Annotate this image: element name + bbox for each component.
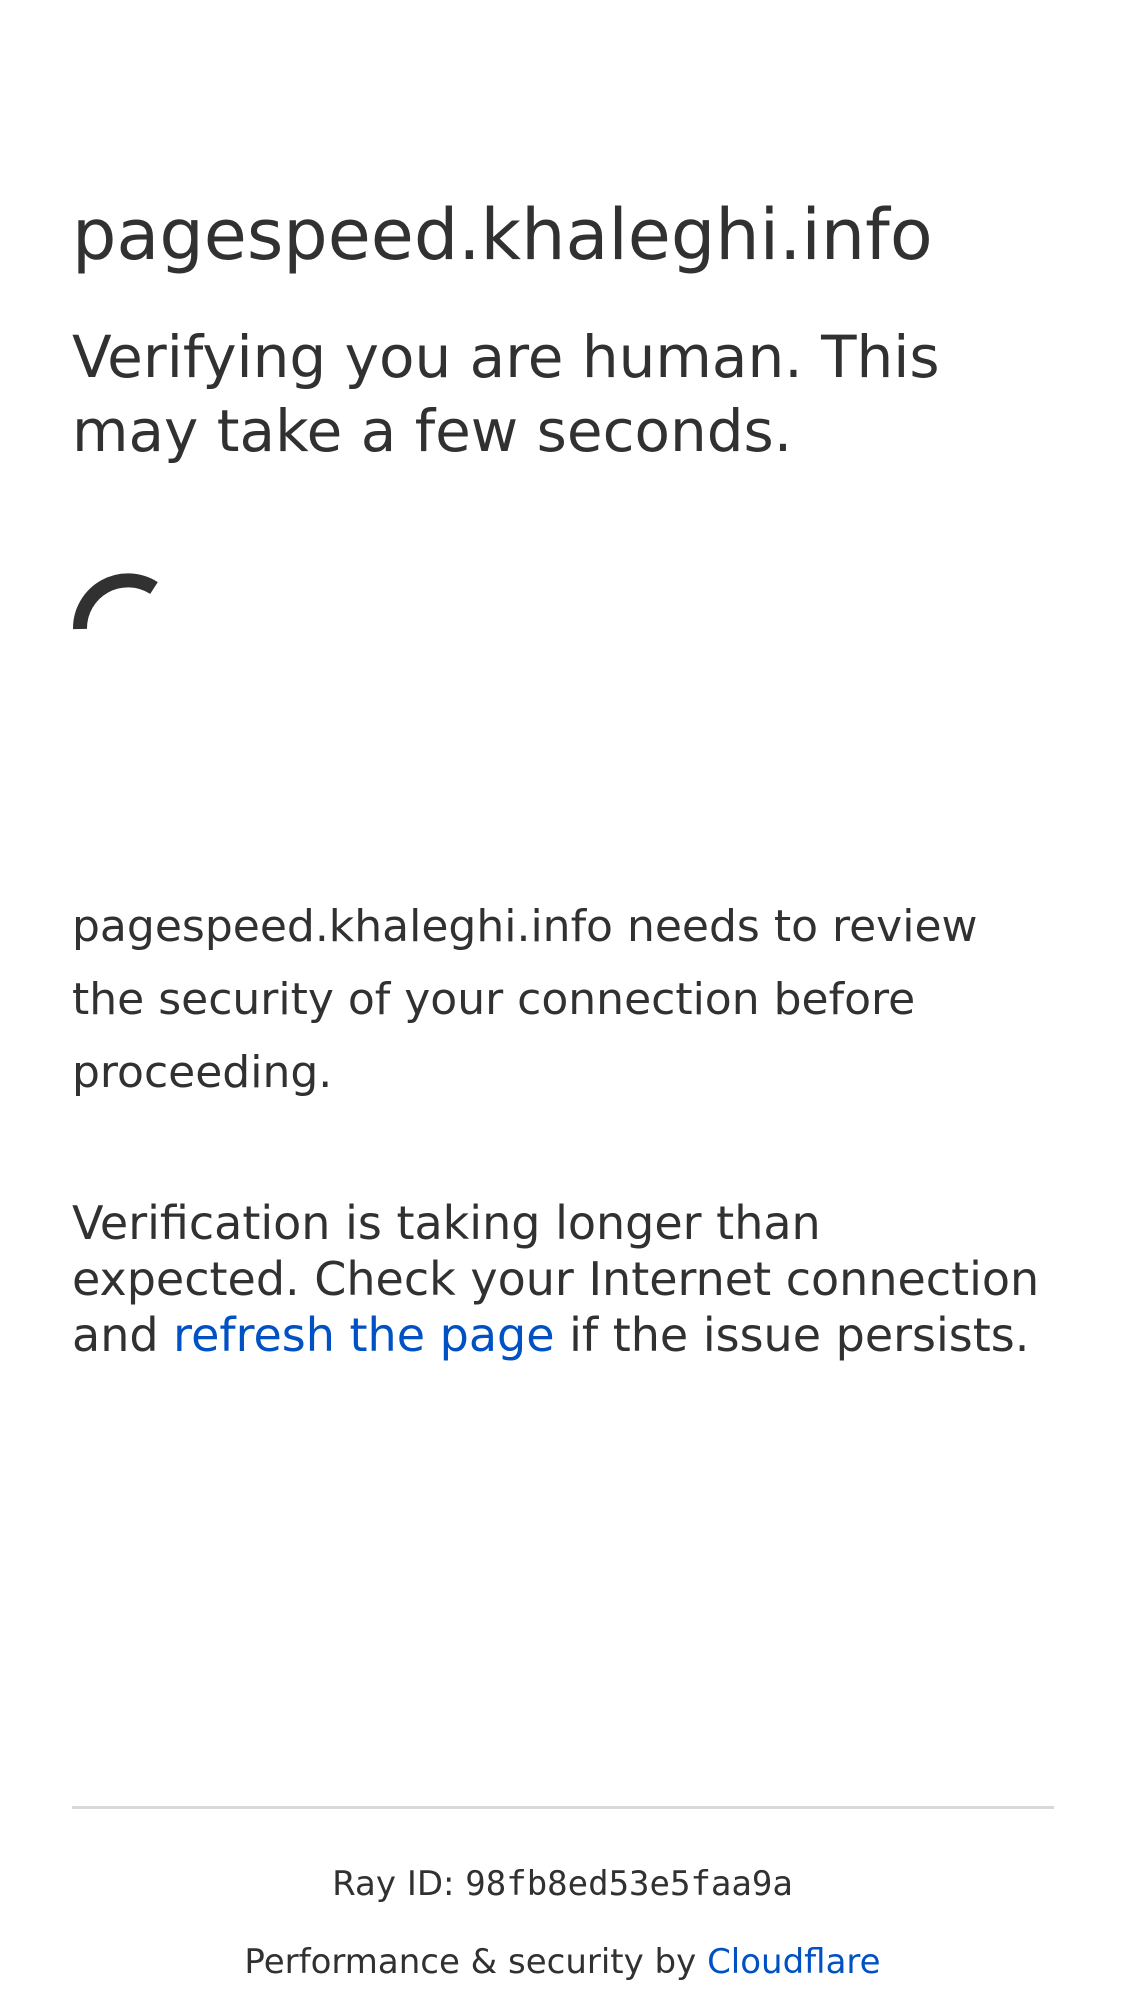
- verification-headline: Verifying you are human. This may take a…: [72, 323, 940, 465]
- footer-divider: [72, 1806, 1054, 1809]
- verification-warning: Verification is taking longer than expec…: [72, 1195, 1055, 1363]
- ray-id-label: Ray ID:: [332, 1864, 466, 1904]
- cloudflare-link[interactable]: Cloudflare: [707, 1942, 881, 1982]
- refresh-page-link[interactable]: refresh the page: [173, 1308, 554, 1362]
- security-review-message: pagespeed.khaleghi.info needs to review …: [72, 901, 978, 1098]
- ray-id-value: 98fb8ed53e5faa9a: [465, 1864, 793, 1904]
- site-title: pagespeed.khaleghi.info: [72, 194, 933, 276]
- performance-label: Performance & security by: [244, 1942, 708, 1982]
- ray-id: Ray ID: 98fb8ed53e5faa9a: [0, 1862, 1125, 1906]
- loading-spinner-icon: [72, 560, 192, 680]
- warning-text-after: if the issue persists.: [554, 1308, 1030, 1362]
- performance-security-credit: Performance & security by Cloudflare: [0, 1940, 1125, 1984]
